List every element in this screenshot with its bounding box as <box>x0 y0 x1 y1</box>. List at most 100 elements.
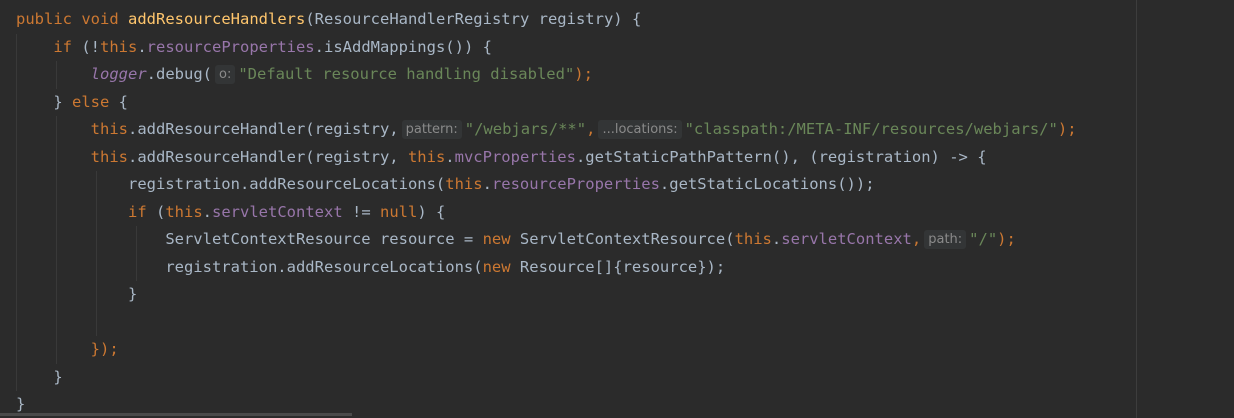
static-field-logger: logger <box>90 65 147 83</box>
code-text: . <box>482 175 492 193</box>
indent-guide <box>56 308 57 336</box>
code-line-1[interactable]: public void addResourceHandlers(Resource… <box>16 6 1077 34</box>
indent-guide <box>16 171 17 199</box>
code-punct: }); <box>90 340 119 358</box>
indent-guide <box>16 198 17 226</box>
field-servlet-context: servletContext <box>781 230 912 248</box>
indent-guide <box>96 253 97 281</box>
keyword-void: void <box>81 10 119 28</box>
code-line-10[interactable]: registration.addResourceLocations(new Re… <box>16 253 1077 281</box>
code-line-11[interactable]: } <box>16 281 1077 309</box>
keyword-new: new <box>482 257 511 276</box>
indent-guide <box>16 253 17 281</box>
indent-guide <box>56 253 57 281</box>
code-line-2[interactable]: if (!this.resourceProperties.isAddMappin… <box>16 33 1077 61</box>
indent-guide <box>56 171 57 199</box>
code-line-7[interactable]: registration.addResourceLocations(this.r… <box>16 171 1077 199</box>
right-margin-guide <box>1136 0 1137 418</box>
keyword-null: null <box>379 202 418 221</box>
code-text: ServletContextResource resource = <box>165 230 483 248</box>
indent-guide <box>136 253 137 281</box>
indent-guide <box>56 281 57 309</box>
indent-guide <box>96 171 97 199</box>
code-punct: ); <box>997 230 1016 248</box>
code-text: . <box>445 147 455 166</box>
method-params: (ResourceHandlerRegistry registry) { <box>305 10 642 28</box>
keyword-else: else <box>72 92 110 111</box>
string-literal: "classpath:/META-INF/resources/webjars/" <box>684 120 1058 138</box>
field-resource-properties: resourceProperties <box>491 175 660 193</box>
code-line-8[interactable]: if (this.servletContext != null) { <box>16 198 1077 226</box>
indent-guide <box>56 336 57 364</box>
code-text: registration.addResourceLocations( <box>127 175 446 193</box>
indent-guide <box>16 33 17 61</box>
code-editor[interactable]: public void addResourceHandlers(Resource… <box>0 0 1234 418</box>
code-line-14[interactable]: } <box>16 363 1077 391</box>
indent-guide <box>136 226 137 254</box>
parameter-hint-o: o: <box>214 65 236 84</box>
code-punct: , <box>911 230 922 248</box>
code-line-6[interactable]: this.addResourceHandler(registry, this.m… <box>16 143 1077 171</box>
code-text: } <box>127 285 138 303</box>
keyword-this: this <box>90 120 128 138</box>
code-text: registration.addResourceLocations( <box>165 257 483 276</box>
code-text: ) { <box>417 202 446 221</box>
indent-guide <box>16 143 17 171</box>
keyword-this: this <box>165 202 203 221</box>
code-text: .debug( <box>146 65 212 83</box>
code-line-12[interactable] <box>16 308 1077 336</box>
indent-guide <box>16 281 17 309</box>
parameter-hint-path: path: <box>924 230 967 249</box>
code-line-5[interactable]: this.addResourceHandler(registry, pattern… <box>16 116 1077 144</box>
field-mvc-properties: mvcProperties <box>454 147 576 166</box>
parameter-hint-pattern: pattern: <box>401 120 462 139</box>
code-text: } <box>53 367 63 386</box>
code-text: != <box>342 202 380 221</box>
code-line-13[interactable]: }); <box>16 336 1077 364</box>
code-punct: ); <box>1057 120 1077 138</box>
keyword-if: if <box>53 37 72 56</box>
code-line-9[interactable]: ServletContextResource resource = new Se… <box>16 226 1077 254</box>
keyword-this: this <box>90 147 128 166</box>
code-text: . <box>202 202 212 221</box>
field-resource-properties: resourceProperties <box>146 37 315 56</box>
code-line-3[interactable]: logger.debug(o: "Default resource handlin… <box>16 61 1077 89</box>
parameter-hint-locations: ...locations: <box>598 120 682 139</box>
code-line-15[interactable]: } <box>16 391 1077 418</box>
code-text: . <box>137 37 147 56</box>
code-text: .getStaticPathPattern(), (registration) … <box>575 147 987 166</box>
keyword-this: this <box>100 37 138 56</box>
string-literal: "/webjars/**" <box>464 120 587 138</box>
code-text: . <box>771 230 782 248</box>
indent-guide <box>56 61 57 89</box>
indent-guide <box>56 116 57 144</box>
indent-guide <box>16 363 17 391</box>
indent-guide <box>96 198 97 226</box>
indent-guide <box>56 143 57 171</box>
indent-guide <box>96 281 97 309</box>
indent-guide <box>96 308 97 336</box>
keyword-new: new <box>482 230 511 248</box>
code-text: (! <box>72 37 100 56</box>
code-text: } <box>53 92 72 111</box>
string-literal: "Default resource handling disabled" <box>238 65 575 83</box>
indent-guide <box>56 198 57 226</box>
code-text: .addResourceHandler(registry, <box>127 120 399 138</box>
indent-guide <box>16 116 17 144</box>
code-area[interactable]: public void addResourceHandlers(Resource… <box>16 6 1077 418</box>
indent-guide <box>16 226 17 254</box>
code-text: { <box>109 92 128 111</box>
code-text: .getStaticLocations()); <box>659 175 875 193</box>
indent-guide <box>16 336 17 364</box>
keyword-this: this <box>407 147 446 166</box>
code-text: } <box>16 395 26 413</box>
indent-guide <box>96 226 97 254</box>
code-text: .isAddMappings()) { <box>314 37 492 56</box>
indent-guide <box>16 61 17 89</box>
method-name: addResourceHandlers <box>128 10 306 28</box>
indent-guide <box>56 226 57 254</box>
code-line-4[interactable]: } else { <box>16 88 1077 116</box>
code-text: Resource[]{resource}); <box>510 257 726 276</box>
code-punct: ); <box>574 65 593 83</box>
keyword-this: this <box>445 175 483 193</box>
